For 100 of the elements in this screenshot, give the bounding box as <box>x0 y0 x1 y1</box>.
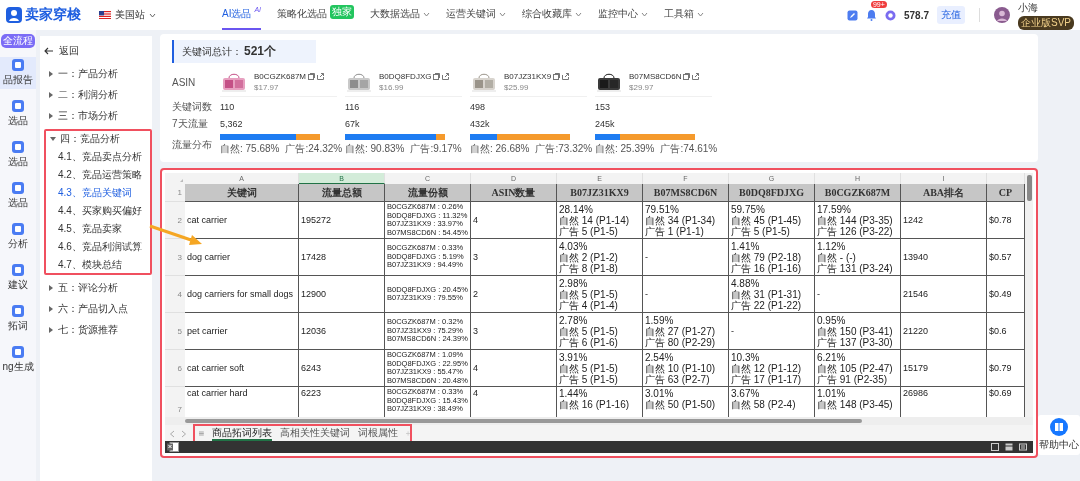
share-icon[interactable] <box>692 73 700 80</box>
arrow <box>148 224 204 248</box>
arrow-left-icon <box>44 47 54 55</box>
table-cell: 13940 <box>901 239 987 276</box>
outline-subitem[interactable]: 4.2、竞品运营策略 <box>46 168 150 182</box>
keyword-total: 498 <box>470 102 487 112</box>
asin-text: B07MS8CD6N <box>629 72 682 81</box>
row-label: 7天流量 <box>172 117 209 131</box>
avatar[interactable] <box>994 7 1010 23</box>
rail-item[interactable]: 拓词 <box>0 303 36 335</box>
outline-subitem[interactable]: 4.3、竞品关键词 <box>46 186 150 200</box>
share-icon[interactable] <box>317 73 325 80</box>
tile-icon <box>12 305 24 317</box>
table-cell: 4.03% 自然 2 (P1-2) 广告 8 (P1-8) <box>557 239 643 276</box>
traffic-value: 245k <box>595 119 616 129</box>
flag-icon <box>99 11 111 19</box>
outline-item[interactable]: 四：竞品分析 <box>46 132 150 146</box>
page-icon[interactable] <box>991 443 999 451</box>
nav-tab[interactable]: 监控中心 <box>598 0 649 30</box>
horizontal-scrollbar[interactable] <box>165 417 1033 425</box>
keyword-total: 153 <box>595 102 612 112</box>
row-number[interactable]: 7 <box>165 387 185 417</box>
column-header: 流量份额 <box>385 184 471 202</box>
table-cell: - <box>643 239 729 276</box>
rail-item[interactable]: 建议 <box>0 262 36 294</box>
asin-text: B0DQ8FDJXG <box>379 72 432 81</box>
traffic-value: 67k <box>345 119 361 129</box>
chevron-down-icon <box>149 12 156 18</box>
bell-icon[interactable] <box>865 9 877 21</box>
view-icon[interactable] <box>1019 443 1027 451</box>
rail-item[interactable]: 品报告 <box>0 57 36 89</box>
tile-icon <box>12 223 24 235</box>
tile-icon <box>12 100 24 112</box>
table-cell: 15179 <box>901 350 987 387</box>
traffic-value: 5,362 <box>220 119 244 129</box>
outline-item[interactable]: 一：产品分析 <box>44 67 152 81</box>
table-cell: - <box>643 276 729 313</box>
plan-badge: 企业版SVP <box>1018 15 1074 30</box>
asin-text: B0CGZK687M <box>254 72 307 81</box>
column-header: 关键词 <box>185 184 299 202</box>
copy-icon[interactable] <box>553 73 561 80</box>
nav-tab[interactable]: 运营关键词 <box>446 0 507 30</box>
rail-item[interactable]: 分析 <box>0 221 36 253</box>
keyword-total: 110 <box>220 102 236 112</box>
sheet-tab[interactable]: 词根属性 <box>357 426 398 441</box>
vertical-scrollbar[interactable] <box>1025 173 1033 417</box>
row-label: 流量分布 <box>172 138 213 152</box>
copy-icon[interactable] <box>308 73 316 80</box>
edit-icon[interactable] <box>846 9 858 21</box>
outline-item[interactable]: 七：货源推荐 <box>44 323 152 337</box>
rail-item[interactable]: ng生成 <box>0 344 36 376</box>
nav-badge: 独家 <box>330 5 355 19</box>
back-link[interactable]: 返回 <box>44 44 152 58</box>
recharge-button[interactable]: 充值 <box>937 6 965 24</box>
column-header: B0CGZK687M <box>815 184 901 202</box>
table-cell: 0.95% 自然 150 (P3-41) 广告 137 (P3-30) <box>815 313 901 350</box>
sheet-tab[interactable]: 高相关性关键词 <box>279 426 350 441</box>
copy-icon[interactable] <box>433 73 441 80</box>
outline-item[interactable]: 六：产品切入点 <box>44 302 152 316</box>
ad-share: 广告:24.32% <box>285 142 343 156</box>
outline-subitem[interactable]: 4.1、竞品卖点分析 <box>46 150 150 164</box>
keyword-total: 116 <box>345 102 361 112</box>
column-header: B07JZ31KX9 <box>557 184 643 202</box>
rail-item[interactable]: 选品 <box>0 180 36 212</box>
header-cell <box>987 173 1025 184</box>
nav-tab[interactable]: 大数据选品 <box>370 0 431 30</box>
share-icon[interactable] <box>442 73 450 80</box>
site-selector[interactable]: 美国站 <box>99 8 156 22</box>
coin-icon <box>884 9 896 21</box>
copy-icon[interactable] <box>683 73 691 80</box>
layout-icon[interactable] <box>1005 443 1013 451</box>
nav-tab[interactable]: 综合收藏库 <box>522 0 583 30</box>
nav-tab[interactable]: 工具箱 <box>664 0 705 30</box>
column-header: ASIN数量 <box>471 184 557 202</box>
table-cell: 6.21% 自然 105 (P2-47) 广告 91 (P2-35) <box>815 350 901 387</box>
balance-amount: 578.7 <box>903 9 929 21</box>
outline-item[interactable]: 三：市场分析 <box>44 109 152 123</box>
outline-item[interactable]: 五：评论分析 <box>44 281 152 295</box>
share-icon[interactable] <box>562 73 570 80</box>
natural-share: 自然: 25.39% <box>595 142 655 156</box>
outline-subitem[interactable]: 4.5、竞品卖家 <box>46 222 150 236</box>
outline-item[interactable]: 二：利润分析 <box>44 88 152 102</box>
table-cell: 3.91% 自然 5 (P1-5) 广告 5 (P1-5) <box>557 350 643 387</box>
natural-share: 自然: 75.68% <box>220 142 280 156</box>
rail-item[interactable]: 选品 <box>0 139 36 171</box>
outline-subitem[interactable]: 4.6、竞品利润试算 <box>46 240 150 254</box>
table-cell: 17.59% 自然 144 (P3-35) 广告 126 (P3-22) <box>815 202 901 239</box>
price-text: $25.99 <box>504 83 530 92</box>
ad-share: 广告:9.17% <box>410 142 462 156</box>
price-text: $17.97 <box>254 83 280 92</box>
table-cell: 12900 <box>299 276 385 313</box>
rail-badge: 全流程 <box>1 34 35 48</box>
outline-subitem[interactable]: 4.4、买家购买偏好 <box>46 204 150 218</box>
table-cell: - <box>729 313 815 350</box>
rail-item[interactable]: 选品 <box>0 98 36 130</box>
help-button[interactable]: 帮助中心 <box>1038 415 1080 455</box>
table-cell: 2.78% 自然 5 (P1-5) 广告 6 (P1-6) <box>557 313 643 350</box>
table-cell: 28.14% 自然 14 (P1-14) 广告 5 (P1-5) <box>557 202 643 239</box>
outline-subitem[interactable]: 4.7、模块总结 <box>46 258 150 272</box>
nav-tab[interactable]: 策略化选品 独家 <box>277 0 355 30</box>
